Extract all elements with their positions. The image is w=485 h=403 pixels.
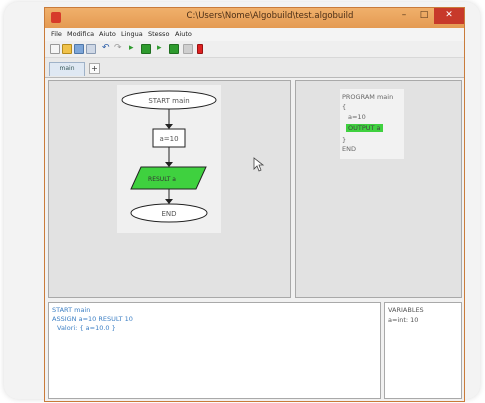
zoom-icon[interactable] — [86, 44, 96, 54]
add-tab-button[interactable]: + — [89, 63, 100, 74]
log-line: Valori: { a=10.0 } — [57, 324, 116, 332]
minimize-button[interactable]: – — [394, 8, 414, 24]
menu-item-3[interactable]: Aiuto — [99, 30, 116, 38]
highlighted-statement: OUTPUT a — [346, 124, 383, 132]
menu-modifica[interactable]: Modifica — [67, 30, 94, 38]
title-bar[interactable]: C:\Users\Nome\Algobuild\test.algobuild –… — [45, 8, 464, 28]
menu-item-6[interactable]: Aiuto — [175, 30, 192, 38]
pause-icon[interactable] — [183, 44, 193, 54]
variables-header: VARIABLES — [388, 306, 424, 314]
tab-row: main + — [45, 58, 464, 78]
step-icon[interactable] — [141, 44, 151, 54]
save-icon[interactable] — [74, 44, 84, 54]
open-icon[interactable] — [62, 44, 72, 54]
variables-panel[interactable]: VARIABLES a=int: 10 — [384, 302, 462, 399]
code-line: END — [342, 145, 356, 153]
window-title: C:\Users\Nome\Algobuild\test.algobuild — [186, 11, 354, 21]
run-all-icon[interactable]: ▸ — [157, 44, 167, 54]
tab-main[interactable]: main — [49, 62, 85, 76]
code-view: PROGRAM main { a=10 OUTPUT a } END — [340, 89, 404, 159]
code-line: } — [342, 136, 347, 144]
menu-file[interactable]: File — [51, 30, 62, 38]
code-pane[interactable]: PROGRAM main { a=10 OUTPUT a } END — [295, 80, 462, 298]
menu-bar: File Modifica Aiuto Lingua Stesso Aiuto — [45, 28, 464, 41]
variable-row: a=int: 10 — [388, 316, 419, 324]
flowchart-canvas: START main a=10 RESULT a END — [117, 85, 265, 233]
output-node-label: RESULT a — [148, 176, 176, 183]
new-icon[interactable] — [50, 44, 60, 54]
stop-icon[interactable] — [197, 44, 203, 54]
menu-item-5[interactable]: Stesso — [148, 30, 169, 38]
assign-node-label: a=10 — [159, 135, 178, 143]
app-window: C:\Users\Nome\Algobuild\test.algobuild –… — [44, 7, 465, 402]
end-node-label: END — [161, 210, 176, 218]
flowchart-pane[interactable]: START main a=10 RESULT a END — [48, 80, 291, 298]
code-line: PROGRAM main — [342, 93, 394, 101]
code-line: a=10 — [348, 113, 366, 121]
run-icon[interactable]: ▸ — [129, 44, 139, 54]
app-icon — [51, 12, 61, 23]
maximize-button[interactable]: □ — [414, 8, 434, 24]
mouse-cursor-icon — [253, 157, 265, 172]
undo-icon[interactable]: ↶ — [102, 44, 112, 54]
log-line: START main — [52, 306, 91, 314]
redo-icon[interactable]: ↷ — [114, 44, 124, 54]
code-line: { — [342, 103, 347, 111]
start-node-label: START main — [148, 97, 189, 105]
execution-log[interactable]: START main ASSIGN a=10 RESULT 10 Valori:… — [48, 302, 381, 399]
code-line-highlighted: OUTPUT a — [346, 124, 383, 132]
debug-icon[interactable] — [169, 44, 179, 54]
log-line: ASSIGN a=10 RESULT 10 — [52, 315, 133, 323]
toolbar: ↶ ↷ ▸ ▸ — [45, 41, 464, 58]
close-button[interactable]: ✕ — [434, 8, 464, 24]
menu-lingua[interactable]: Lingua — [121, 30, 143, 38]
